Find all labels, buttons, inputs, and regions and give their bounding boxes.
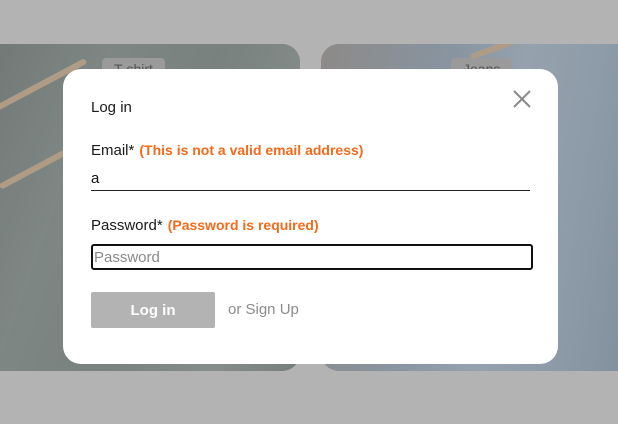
email-label: Email* <box>91 142 135 159</box>
signup-link[interactable]: or Sign Up <box>228 301 299 318</box>
password-label: Password* <box>91 217 163 234</box>
email-label-row: Email* (This is not a valid email address… <box>91 142 363 159</box>
password-field[interactable] <box>91 244 533 270</box>
password-label-row: Password* (Password is required) <box>91 217 319 234</box>
email-error-message: (This is not a valid email address) <box>139 142 364 158</box>
close-button[interactable] <box>509 86 535 112</box>
close-icon <box>513 90 531 108</box>
login-modal: Log in Email* (This is not a valid email … <box>63 69 558 364</box>
modal-title: Log in <box>91 99 132 116</box>
login-button[interactable]: Log in <box>91 292 215 328</box>
email-field[interactable] <box>91 166 530 191</box>
password-error-message: (Password is required) <box>167 217 319 233</box>
